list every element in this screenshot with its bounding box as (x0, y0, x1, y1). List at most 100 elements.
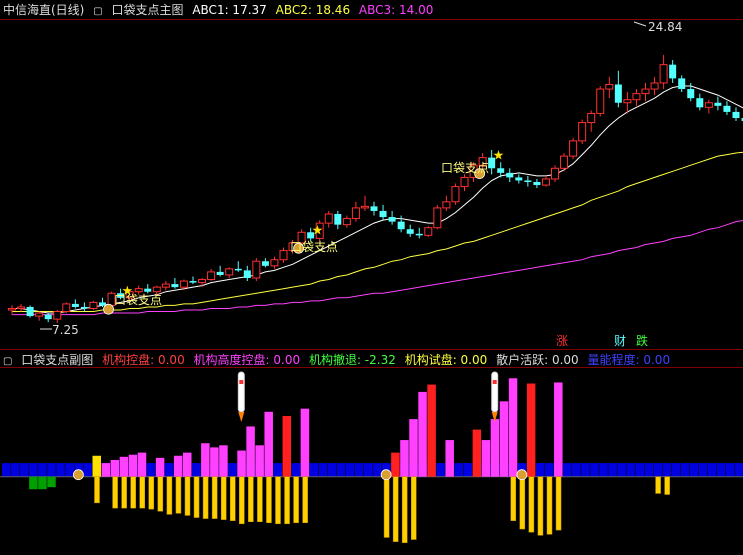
volume-base-bar (318, 463, 328, 477)
volume-base-bar (635, 463, 644, 477)
volume-base-bar (599, 463, 608, 477)
zhang-label: 涨 (556, 334, 569, 348)
volume-base-bar (671, 463, 681, 477)
volume-base-bar (581, 463, 590, 477)
yellow-down-bar (175, 476, 182, 514)
yellow-down-bar (537, 476, 544, 536)
star-icon: ★ (312, 223, 324, 238)
rocket-flame (238, 412, 245, 422)
abc3-value: ABC3: 14.00 (358, 3, 434, 17)
candle-body-down (669, 64, 677, 79)
candle-body-up (207, 271, 216, 281)
yellow-down-bar (275, 476, 281, 525)
candle-body-down (533, 182, 541, 186)
sub-bar (155, 457, 165, 477)
yellow-down-bar (157, 476, 164, 512)
yellow-down-bar (293, 476, 299, 524)
volume-base-bar (38, 463, 47, 477)
volume-base-bar (11, 463, 20, 477)
candle-body-up (198, 279, 207, 284)
sub-bar (29, 476, 38, 490)
sub-bar (300, 408, 310, 477)
sub-dropdown-icon[interactable]: ▢ (3, 356, 12, 367)
sub-bar (490, 419, 500, 477)
candle-body-up (587, 112, 596, 124)
yellow-down-bar (202, 476, 209, 519)
candle-body-up (605, 83, 614, 90)
candle-body-up (134, 288, 143, 293)
candle-body-up (442, 201, 451, 209)
candle-body-up (596, 88, 605, 114)
high-price-label: 24.84 (648, 20, 683, 34)
pocket-label-3: 口袋支点 (441, 161, 490, 175)
volume-base-bar (463, 463, 473, 477)
volume-base-bar (354, 463, 364, 477)
sub-bar (110, 459, 120, 477)
volume-base-bar (192, 463, 201, 477)
candle-body-up (324, 213, 333, 224)
yellow-down-bar (411, 476, 417, 540)
candle-body-up (252, 260, 261, 279)
yellow-down-bar (230, 476, 236, 521)
candle-body-down (614, 84, 622, 103)
abc1-value: ABC1: 17.37 (192, 3, 267, 17)
sub-item-1: 机构控盘: 0.00 (102, 353, 185, 367)
candle-body-down (678, 78, 686, 90)
candle-body-up (270, 259, 279, 267)
volume-base-bar (83, 463, 92, 477)
yellow-down-bar (302, 476, 308, 524)
volume-base-bar (65, 463, 74, 477)
main-header: 中信海直(日线) ▢ 口袋支点主图 ABC1: 17.37 ABC2: 18.4… (3, 3, 438, 19)
money-bag-icon (380, 469, 392, 481)
candle-body-down (506, 172, 514, 178)
sub-bar (427, 384, 436, 477)
volume-base-bar (644, 463, 654, 477)
volume-base-bar (164, 463, 174, 477)
volume-base-bar (707, 463, 717, 477)
volume-base-bar (563, 463, 572, 477)
yellow-down-bar (664, 476, 670, 495)
sub-bar (499, 401, 509, 477)
volume-base-bar (590, 463, 599, 477)
candle-body-up (460, 176, 469, 188)
sub-bar (201, 443, 210, 477)
yellow-down-bar (383, 476, 390, 538)
volume-base-bar (146, 463, 156, 477)
candle-body-down (189, 281, 197, 283)
candle-body-up (89, 301, 98, 309)
sub-bar (400, 440, 409, 477)
sub-bar (237, 450, 246, 477)
yellow-down-bar (139, 476, 145, 509)
yellow-down-bar (284, 476, 290, 525)
volume-base-bar (662, 463, 672, 477)
yellow-down-bar (112, 476, 118, 509)
yellow-down-bar (211, 476, 218, 519)
sub-bar (282, 415, 292, 477)
sub-bar (526, 383, 536, 477)
candle-body-down (370, 206, 378, 211)
candle-body-down (406, 229, 414, 234)
candle-body-up (659, 64, 668, 84)
yellow-down-bar (248, 476, 254, 522)
candle-body-up (433, 207, 442, 229)
yellow-down-bar (546, 476, 553, 535)
candle-body-up (161, 283, 170, 288)
candle-body-up (225, 268, 234, 276)
rocket-icon (237, 371, 245, 413)
candle-body-down (379, 210, 387, 218)
yellow-down-bar (94, 476, 100, 504)
abc2-value: ABC2: 18.46 (275, 3, 351, 17)
sub-bar (183, 452, 192, 477)
candle-body-up (551, 167, 559, 180)
volume-base-bar (373, 463, 382, 477)
candle-body-up (541, 178, 550, 186)
yellow-down-bar (148, 476, 155, 510)
volume-base-bar (47, 463, 56, 477)
volume-base-bar (20, 463, 29, 477)
candle-body-down (334, 214, 342, 225)
sub-bar (554, 382, 563, 477)
candle-body-up (279, 250, 288, 261)
dropdown-icon[interactable]: ▢ (93, 6, 102, 17)
money-bag-icon (103, 303, 114, 315)
candle-body-down (234, 268, 242, 271)
